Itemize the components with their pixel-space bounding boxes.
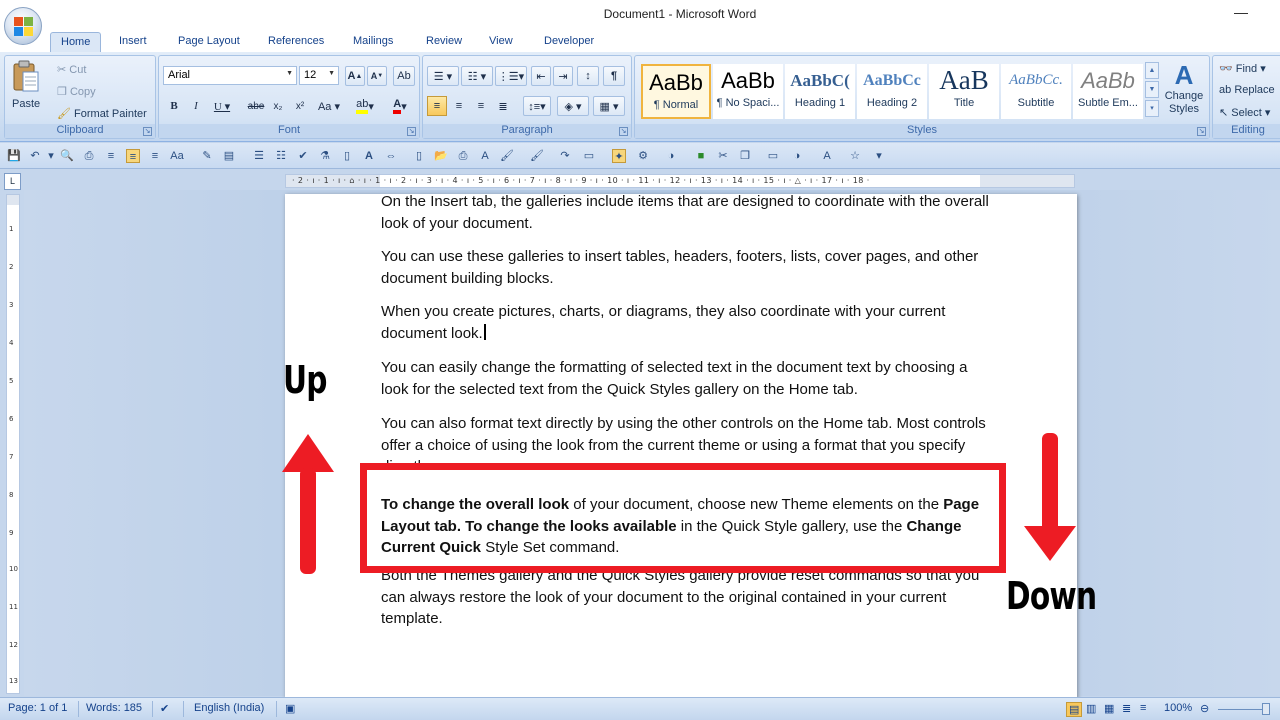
language-status[interactable]: English (India): [194, 702, 264, 714]
zoom-out-icon[interactable]: ⊖: [1200, 702, 1209, 715]
office-button[interactable]: [4, 7, 42, 45]
zoom-slider[interactable]: [1218, 709, 1266, 710]
proofing-icon[interactable]: ✔: [160, 702, 169, 715]
outline-view-icon[interactable]: ≣: [1122, 702, 1131, 715]
draft-view-icon[interactable]: ≡: [1140, 702, 1146, 714]
macro-record-icon[interactable]: ▣: [285, 702, 295, 715]
zoom-level[interactable]: 100%: [1164, 702, 1192, 714]
print-layout-view-icon[interactable]: ▤: [1066, 702, 1083, 717]
office-logo-icon: [14, 17, 34, 37]
up-arrow-icon: [282, 434, 334, 574]
word-count[interactable]: Words: 185: [86, 702, 142, 714]
web-layout-view-icon[interactable]: ▦: [1104, 702, 1114, 715]
down-arrow-icon: [1024, 433, 1076, 561]
page-count[interactable]: Page: 1 of 1: [8, 702, 67, 714]
down-label: Down: [1006, 574, 1097, 618]
status-bar: Page: 1 of 1 Words: 185 ✔ English (India…: [0, 697, 1280, 720]
up-label: Up: [283, 358, 328, 402]
zoom-slider-thumb[interactable]: [1262, 703, 1270, 715]
full-screen-view-icon[interactable]: ▥: [1086, 702, 1096, 715]
